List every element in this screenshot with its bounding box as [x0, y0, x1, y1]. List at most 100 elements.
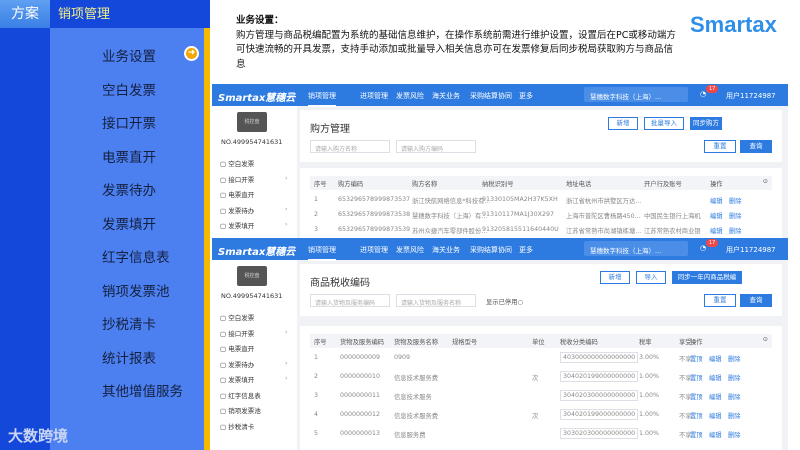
- action-button[interactable]: 同步购方: [690, 117, 722, 130]
- row-action-2[interactable]: 删除: [728, 354, 741, 363]
- search-input[interactable]: 请输入货物及服务名称: [396, 294, 476, 307]
- row-action-0[interactable]: 编辑: [710, 226, 723, 235]
- menu-item[interactable]: 红字信息表: [102, 246, 170, 266]
- column-header[interactable]: 序号: [314, 337, 327, 346]
- device-card[interactable]: 税控盘: [237, 266, 267, 286]
- row-action-1[interactable]: 编辑: [709, 392, 722, 401]
- row-action-0[interactable]: 置顶: [690, 411, 703, 420]
- menu-item[interactable]: 抄税清卡: [102, 313, 156, 333]
- row-action-1[interactable]: 删除: [729, 196, 742, 205]
- row-action-1[interactable]: 编辑: [709, 354, 722, 363]
- menu-item[interactable]: 发票待办: [102, 179, 156, 199]
- column-header[interactable]: 纳税识别号: [482, 179, 513, 188]
- device-number[interactable]: NO.499954741631: [221, 292, 282, 300]
- row-action-0[interactable]: 置顶: [690, 354, 703, 363]
- device-card[interactable]: 税控盘: [237, 112, 267, 132]
- company-select[interactable]: 慧穗数字科技（上海）...: [584, 87, 688, 102]
- sidebar-item[interactable]: ▢ 抄税清卡: [220, 421, 254, 431]
- nav-item[interactable]: 海关业务: [432, 245, 460, 255]
- row-action-1[interactable]: 编辑: [709, 430, 722, 439]
- action-button[interactable]: 新增: [608, 117, 638, 130]
- nav-item[interactable]: 进项管理: [360, 91, 388, 101]
- monitor-icon[interactable]: ▭: [288, 89, 296, 98]
- nav-item[interactable]: 发票风险: [396, 245, 424, 255]
- sidebar-item[interactable]: ▢ 接口开票 ›: [220, 328, 288, 338]
- nav-item[interactable]: 进项管理: [360, 245, 388, 255]
- sidebar-item[interactable]: ▢ 电票直开: [220, 189, 254, 199]
- menu-item[interactable]: 发票填开: [102, 213, 156, 233]
- row-action-2[interactable]: 删除: [728, 430, 741, 439]
- sidebar-item[interactable]: ▢ 发票待办 ›: [220, 359, 288, 369]
- sidebar-item[interactable]: ▢ 发票待办 ›: [220, 205, 288, 215]
- settings-icon[interactable]: ⊙: [763, 336, 768, 343]
- row-action-2[interactable]: 删除: [728, 411, 741, 420]
- search-input[interactable]: 请输入购方编码: [396, 140, 476, 153]
- reset-button[interactable]: 重置: [704, 140, 736, 153]
- nav-item[interactable]: 更多: [519, 245, 533, 255]
- sidebar-item[interactable]: ▢ 空白发票: [220, 158, 254, 168]
- action-button[interactable]: 同步一年内商品税编: [672, 271, 742, 284]
- nav-item[interactable]: 采购结算协同: [470, 91, 512, 101]
- column-header[interactable]: 操作: [690, 337, 703, 346]
- menu-item[interactable]: 接口开票: [102, 112, 156, 132]
- row-action-1[interactable]: 删除: [729, 211, 742, 220]
- reset-button[interactable]: 重置: [704, 294, 736, 307]
- nav-item[interactable]: 销项管理: [308, 91, 336, 107]
- nav-item[interactable]: 销项管理: [308, 245, 336, 261]
- sidebar-item[interactable]: ▢ 空白发票: [220, 312, 254, 322]
- row-action-0[interactable]: 编辑: [710, 196, 723, 205]
- device-number[interactable]: NO.499954741631: [221, 138, 282, 146]
- sidebar-item[interactable]: ▢ 销项发票池: [220, 405, 261, 415]
- column-header[interactable]: 购方编码: [338, 179, 363, 188]
- column-header[interactable]: 开户行及账号: [644, 179, 682, 188]
- radio-icon[interactable]: ○: [517, 299, 523, 306]
- action-button[interactable]: 新增: [600, 271, 630, 284]
- menu-item[interactable]: 电票直开: [102, 146, 156, 166]
- sidebar-item[interactable]: ▢ 电票直开: [220, 343, 254, 353]
- bell-icon[interactable]: ◔: [700, 244, 706, 252]
- menu-item[interactable]: 统计报表: [102, 347, 156, 367]
- nav-item[interactable]: 采购结算协同: [470, 245, 512, 255]
- nav-item[interactable]: 发票风险: [396, 91, 424, 101]
- action-button[interactable]: 批量导入: [644, 117, 684, 130]
- sidebar-item[interactable]: ▢ 接口开票 ›: [220, 174, 288, 184]
- company-select[interactable]: 慧穗数字科技（上海）...: [584, 241, 688, 256]
- column-header[interactable]: 规格型号: [452, 337, 477, 346]
- column-header[interactable]: 序号: [314, 179, 327, 188]
- row-action-2[interactable]: 删除: [728, 373, 741, 382]
- column-header[interactable]: 操作: [710, 179, 723, 188]
- row-action-0[interactable]: 置顶: [690, 392, 703, 401]
- search-input[interactable]: 请输入货物及服务编码: [310, 294, 390, 307]
- menu-item[interactable]: 其他增值服务: [102, 380, 183, 400]
- action-button[interactable]: 导入: [636, 271, 666, 284]
- row-action-1[interactable]: 编辑: [709, 411, 722, 420]
- menu-item[interactable]: 销项发票池: [102, 280, 170, 300]
- column-header[interactable]: 货物及服务编码: [340, 337, 384, 346]
- settings-icon[interactable]: ⊙: [763, 178, 768, 185]
- nav-item[interactable]: 更多: [519, 91, 533, 101]
- monitor-icon[interactable]: ▭: [288, 243, 296, 252]
- column-header[interactable]: 购方名称: [412, 179, 437, 188]
- nav-item[interactable]: 海关业务: [432, 91, 460, 101]
- row-action-1[interactable]: 编辑: [709, 373, 722, 382]
- column-header[interactable]: 地址电话: [566, 179, 591, 188]
- menu-item[interactable]: 业务设置: [102, 45, 156, 65]
- user-menu[interactable]: 用户11724987: [726, 91, 776, 101]
- column-header[interactable]: 单位: [532, 337, 545, 346]
- bell-icon[interactable]: ◔: [700, 90, 706, 98]
- row-action-2[interactable]: 删除: [728, 392, 741, 401]
- column-header[interactable]: 税率: [639, 337, 652, 346]
- column-header[interactable]: 税收分类编码: [560, 337, 598, 346]
- search-input[interactable]: 请输入购方名称: [310, 140, 390, 153]
- query-button[interactable]: 查询: [740, 294, 772, 307]
- column-header[interactable]: 货物及服务名称: [394, 337, 438, 346]
- menu-item[interactable]: 空白发票: [102, 79, 156, 99]
- row-action-0[interactable]: 置顶: [690, 430, 703, 439]
- tab-solution[interactable]: 方案: [0, 0, 50, 28]
- row-action-0[interactable]: 编辑: [710, 211, 723, 220]
- sidebar-item[interactable]: ▢ 发票填开 ›: [220, 374, 288, 384]
- row-action-0[interactable]: 置顶: [690, 373, 703, 382]
- user-menu[interactable]: 用户11724987: [726, 245, 776, 255]
- sidebar-item[interactable]: ▢ 红字信息表: [220, 390, 261, 400]
- show-disabled-toggle[interactable]: 显示已停用○: [486, 297, 523, 306]
